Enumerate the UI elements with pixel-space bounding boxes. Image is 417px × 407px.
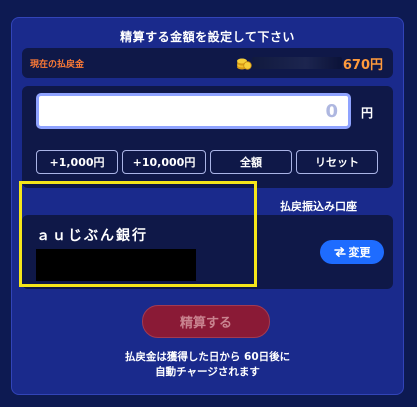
full-amount-button[interactable]: 全額	[210, 150, 292, 174]
current-refund-row: 現在の払戻金 670円	[22, 48, 393, 78]
refund-value: 670円	[342, 58, 383, 73]
bank-name: ａｕじぶん銀行	[36, 228, 148, 244]
account-header: 払戻振込み口座	[24, 195, 393, 214]
note-line-2: 自動チャージされます	[155, 366, 260, 378]
note-line-1: 払戻金は獲得した日から 60日後に	[124, 351, 291, 363]
account-header-label: 払戻振込み口座	[280, 200, 357, 213]
refund-bar	[252, 57, 342, 69]
auto-charge-note: 払戻金は獲得した日から 60日後に 自動チャージされます	[12, 350, 403, 380]
change-account-button[interactable]: 変更	[320, 240, 384, 264]
refund-label: 現在の払戻金	[30, 60, 85, 70]
amount-unit: 円	[361, 106, 374, 120]
coin-stack-icon	[237, 58, 252, 70]
account-section: ａｕじぶん銀行 変更	[22, 215, 393, 289]
add-10000-button[interactable]: +10,000円	[122, 150, 206, 174]
amount-section: 0 円 +1,000円 +10,000円 全額 リセット	[22, 86, 393, 188]
settlement-panel: 精算する金額を設定して下さい 現在の払戻金 670円 0 円 +1,000円 +…	[11, 17, 404, 395]
redacted-account-number	[36, 249, 196, 281]
page-title: 精算する金額を設定して下さい	[120, 30, 295, 44]
amount-input[interactable]: 0	[36, 93, 351, 129]
settle-button[interactable]: 精算する	[142, 305, 270, 338]
amount-value: 0	[325, 101, 338, 122]
reset-button[interactable]: リセット	[296, 150, 378, 174]
swap-arrows-icon	[333, 247, 346, 257]
add-1000-button[interactable]: +1,000円	[36, 150, 118, 174]
change-label: 変更	[348, 246, 371, 259]
